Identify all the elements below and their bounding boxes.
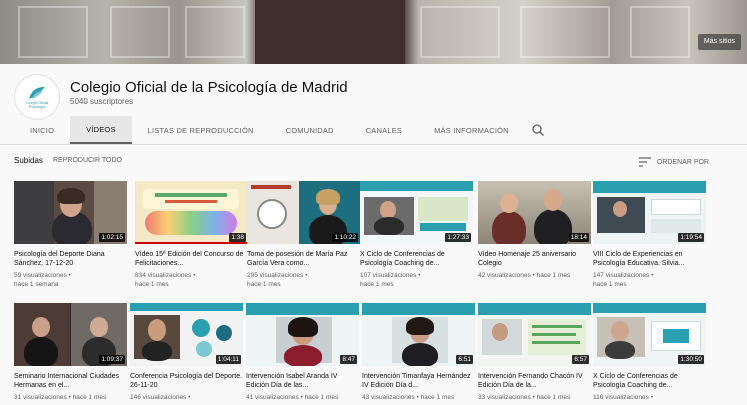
video-meta: 43 visualizaciones • hace 1 mes [362, 393, 475, 402]
logo-text: Colegio Oficial Psicología [25, 101, 49, 109]
video-meta: 33 visualizaciones • hace 1 mes [478, 393, 591, 402]
video-thumbnail[interactable]: 8:47 [246, 303, 359, 366]
video-views: 146 visualizaciones • [130, 394, 191, 401]
video-duration: 18:14 [568, 233, 589, 242]
video-views: 31 visualizaciones • hace 1 mes [14, 394, 107, 401]
video-meta: 107 visualizaciones • hace 1 mes [360, 271, 473, 289]
video-duration: 6:51 [456, 355, 473, 364]
video-views: 59 visualizaciones • [14, 272, 71, 279]
video-views: 116 visualizaciones • [593, 394, 653, 401]
video-meta: 59 visualizaciones • hace 1 semana [14, 271, 127, 289]
tab-listas[interactable]: LISTAS DE REPRODUCCIÓN [132, 116, 270, 144]
video-views: 33 visualizaciones • hace 1 mes [478, 394, 571, 401]
video-thumbnail[interactable]: 1:04:11 [130, 303, 243, 366]
video-age: hace 1 mes [593, 281, 627, 288]
video-meta: 31 visualizaciones • hace 1 mes [14, 393, 127, 402]
video-duration: 6:57 [572, 355, 589, 364]
video-title[interactable]: Intervención Timanfaya Hernández IV Edic… [362, 372, 475, 390]
video-views: 41 visualizaciones • hace 1 mes [246, 394, 339, 401]
video-title[interactable]: X Ciclo de Conferencias de Psicología Co… [360, 250, 473, 268]
video-thumbnail[interactable]: 6:57 [478, 303, 591, 366]
channel-name: Colegio Oficial de la Psicología de Madr… [70, 79, 348, 96]
video-age: hace 1 mes [360, 281, 394, 288]
tab-videos[interactable]: VÍDEOS [70, 116, 132, 144]
tab-mas-informacion[interactable]: MÁS INFORMACIÓN [418, 116, 525, 144]
banner-window [630, 6, 690, 58]
tab-canales[interactable]: CANALES [350, 116, 418, 144]
banner-window [420, 6, 500, 58]
video-duration: 1:04:11 [215, 355, 241, 364]
video-meta: 295 visualizaciones • hace 1 mes [247, 271, 360, 289]
video-age: hace 1 mes [135, 281, 169, 288]
video-thumbnail[interactable]: 1:30:50 [593, 303, 706, 366]
video-thumbnail[interactable]: 1:38 [135, 181, 248, 244]
video-meta: 834 visualizaciones • hace 1 mes [135, 271, 248, 289]
video-thumbnail[interactable]: 1:09:37 [14, 303, 127, 366]
search-icon[interactable] [531, 123, 545, 137]
video-title[interactable]: Vídeo Homenaje 25 aniversario Colegio [478, 250, 591, 268]
video-meta: 147 visualizaciones • hace 1 mes [593, 271, 706, 289]
video-meta: 42 visualizaciones • hace 1 mes [478, 271, 591, 280]
sort-label: ORDENAR POR [656, 158, 709, 166]
video-meta: 146 visualizaciones • [130, 393, 243, 402]
video-thumbnail[interactable]: 1:19:54 [593, 181, 706, 244]
video-title[interactable]: VIII Ciclo de Experiencias en Psicología… [593, 250, 706, 268]
banner-window [110, 6, 170, 58]
video-views: 295 visualizaciones • [247, 272, 308, 279]
banner-window [18, 6, 88, 58]
video-duration: 1:30:50 [678, 355, 704, 364]
video-thumbnail[interactable]: 1:27:33 [360, 181, 473, 244]
video-meta: 116 visualizaciones • [593, 393, 706, 402]
video-title[interactable]: Vídeo 15ª Edición del Concurso de Felici… [135, 250, 248, 268]
video-thumbnail[interactable]: 1:02:15 [14, 181, 127, 244]
channel-tabs: INICIO VÍDEOS LISTAS DE REPRODUCCIÓN COM… [14, 116, 545, 144]
channel-banner: Más sitios [0, 0, 747, 64]
video-thumbnail[interactable]: 1:10:22 [247, 181, 360, 244]
banner-window [185, 6, 245, 58]
video-duration: 1:19:54 [678, 233, 704, 242]
channel-avatar[interactable]: Colegio Oficial Psicología [14, 74, 60, 120]
video-title[interactable]: Toma de posesión de María Paz García Ver… [247, 250, 360, 268]
video-title[interactable]: Intervención Fernando Chacón IV Edición … [478, 372, 591, 390]
video-duration: 1:09:37 [99, 355, 125, 364]
divider [0, 144, 747, 145]
video-thumbnail[interactable]: 18:14 [478, 181, 591, 244]
banner-door [255, 0, 405, 64]
subscriber-count: 5040 suscriptores [70, 97, 134, 106]
video-thumbnail[interactable]: 6:51 [362, 303, 475, 366]
video-title[interactable]: X Ciclo de Conferencias de Psicología Co… [593, 372, 706, 390]
video-views: 42 visualizaciones • hace 1 mes [478, 272, 571, 279]
tab-comunidad[interactable]: COMUNIDAD [270, 116, 350, 144]
video-age: hace 1 semana [14, 281, 59, 288]
section-title: Subidas [14, 156, 43, 165]
video-title[interactable]: Conferencia Psicología del Deporte. 26-1… [130, 372, 243, 390]
watch-progress [135, 242, 248, 244]
video-duration: 1:10:22 [332, 233, 358, 242]
banner-links[interactable]: Más sitios [697, 34, 741, 50]
video-views: 107 visualizaciones • [360, 272, 421, 279]
sort-button[interactable]: ORDENAR POR [638, 157, 709, 167]
video-duration: 1:38 [229, 233, 246, 242]
banner-window [520, 6, 610, 58]
video-views: 834 visualizaciones • [135, 272, 196, 279]
video-views: 147 visualizaciones • [593, 272, 654, 279]
video-duration: 8:47 [340, 355, 357, 364]
video-age: hace 1 mes [247, 281, 281, 288]
sort-icon [638, 157, 651, 167]
video-views: 43 visualizaciones • hace 1 mes [362, 394, 455, 401]
tab-inicio[interactable]: INICIO [14, 116, 70, 144]
play-all-button[interactable]: REPRODUCIR TODO [53, 157, 122, 164]
video-title[interactable]: Seminario Internacional Ciudades Hermana… [14, 372, 127, 390]
video-duration: 1:02:15 [99, 233, 125, 242]
logo-icon [29, 87, 45, 99]
video-title[interactable]: Intervención Isabel Aranda IV Edición Dí… [246, 372, 359, 390]
video-title[interactable]: Psicología del Deporte Diana Sánchez. 17… [14, 250, 127, 268]
video-duration: 1:27:33 [445, 233, 471, 242]
video-meta: 41 visualizaciones • hace 1 mes [246, 393, 359, 402]
